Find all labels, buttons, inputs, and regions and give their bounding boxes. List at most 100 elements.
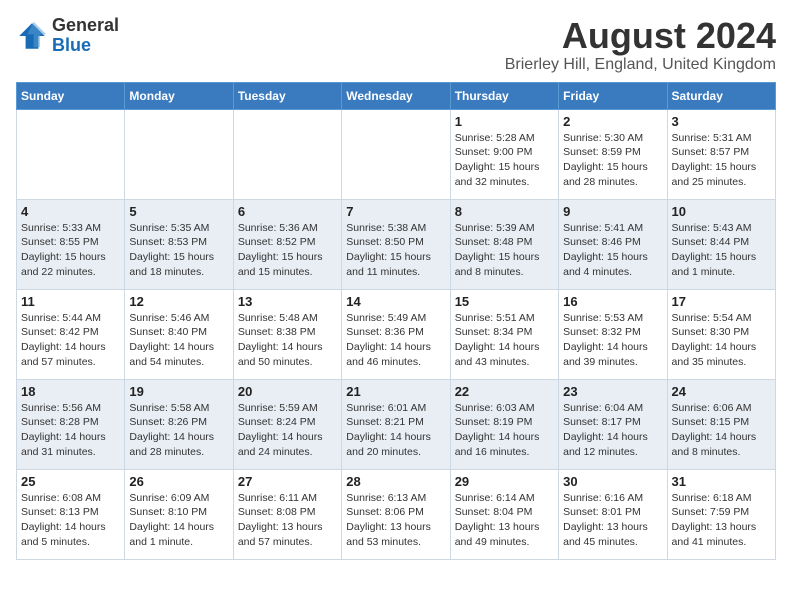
day-number: 31: [672, 474, 771, 489]
day-number: 17: [672, 294, 771, 309]
weekday-header-saturday: Saturday: [667, 82, 775, 109]
day-number: 29: [455, 474, 554, 489]
calendar-cell: [17, 109, 125, 199]
day-info: Sunrise: 5:56 AM Sunset: 8:28 PM Dayligh…: [21, 401, 120, 460]
day-number: 21: [346, 384, 445, 399]
day-number: 20: [238, 384, 337, 399]
day-info: Sunrise: 5:41 AM Sunset: 8:46 PM Dayligh…: [563, 221, 662, 280]
day-info: Sunrise: 5:46 AM Sunset: 8:40 PM Dayligh…: [129, 311, 228, 370]
logo-text: General Blue: [52, 16, 119, 56]
day-info: Sunrise: 6:18 AM Sunset: 7:59 PM Dayligh…: [672, 491, 771, 550]
day-info: Sunrise: 5:59 AM Sunset: 8:24 PM Dayligh…: [238, 401, 337, 460]
day-number: 2: [563, 114, 662, 129]
calendar-cell: 11Sunrise: 5:44 AM Sunset: 8:42 PM Dayli…: [17, 289, 125, 379]
calendar-cell: 2Sunrise: 5:30 AM Sunset: 8:59 PM Daylig…: [559, 109, 667, 199]
calendar-cell: 10Sunrise: 5:43 AM Sunset: 8:44 PM Dayli…: [667, 199, 775, 289]
day-number: 26: [129, 474, 228, 489]
day-info: Sunrise: 6:13 AM Sunset: 8:06 PM Dayligh…: [346, 491, 445, 550]
title-block: August 2024 Brierley Hill, England, Unit…: [505, 16, 776, 74]
day-number: 8: [455, 204, 554, 219]
day-number: 19: [129, 384, 228, 399]
calendar-cell: 21Sunrise: 6:01 AM Sunset: 8:21 PM Dayli…: [342, 379, 450, 469]
day-number: 14: [346, 294, 445, 309]
week-row-3: 11Sunrise: 5:44 AM Sunset: 8:42 PM Dayli…: [17, 289, 776, 379]
logo-blue-text: Blue: [52, 35, 91, 55]
calendar-cell: 20 Sunrise: 5:59 AM Sunset: 8:24 PM Dayli…: [233, 379, 341, 469]
calendar-cell: 5 Sunrise: 5:35 AM Sunset: 8:53 PM Daylig…: [125, 199, 233, 289]
calendar-cell: 15 Sunrise: 5:51 AM Sunset: 8:34 PM Dayli…: [450, 289, 558, 379]
day-number: 28: [346, 474, 445, 489]
weekday-header-monday: Monday: [125, 82, 233, 109]
day-number: 25: [21, 474, 120, 489]
calendar-cell: 3Sunrise: 5:31 AM Sunset: 8:57 PM Daylig…: [667, 109, 775, 199]
calendar-cell: 6 Sunrise: 5:36 AM Sunset: 8:52 PM Daylig…: [233, 199, 341, 289]
calendar-cell: 7Sunrise: 5:38 AM Sunset: 8:50 PM Daylig…: [342, 199, 450, 289]
day-info: Sunrise: 5:51 AM Sunset: 8:34 PM Dayligh…: [455, 311, 554, 370]
day-number: 15: [455, 294, 554, 309]
week-row-1: 1 Sunrise: 5:28 AM Sunset: 9:00 PM Daylig…: [17, 109, 776, 199]
calendar-cell: 26 Sunrise: 6:09 AM Sunset: 8:10 PM Dayli…: [125, 469, 233, 559]
weekday-header-sunday: Sunday: [17, 82, 125, 109]
day-number: 30: [563, 474, 662, 489]
week-row-5: 25 Sunrise: 6:08 AM Sunset: 8:13 PM Dayli…: [17, 469, 776, 559]
calendar-cell: 24Sunrise: 6:06 AM Sunset: 8:15 PM Dayli…: [667, 379, 775, 469]
calendar-cell: [233, 109, 341, 199]
week-row-2: 4 Sunrise: 5:33 AM Sunset: 8:55 PM Daylig…: [17, 199, 776, 289]
page-header: General Blue August 2024 Brierley Hill, …: [16, 16, 776, 74]
weekday-header-thursday: Thursday: [450, 82, 558, 109]
main-title: August 2024: [505, 16, 776, 56]
calendar-cell: 16 Sunrise: 5:53 AM Sunset: 8:32 PM Dayli…: [559, 289, 667, 379]
calendar-cell: 30Sunrise: 6:16 AM Sunset: 8:01 PM Dayli…: [559, 469, 667, 559]
calendar-cell: 17 Sunrise: 5:54 AM Sunset: 8:30 PM Dayli…: [667, 289, 775, 379]
calendar-cell: 1 Sunrise: 5:28 AM Sunset: 9:00 PM Daylig…: [450, 109, 558, 199]
calendar-cell: 9 Sunrise: 5:41 AM Sunset: 8:46 PM Daylig…: [559, 199, 667, 289]
day-info: Sunrise: 6:14 AM Sunset: 8:04 PM Dayligh…: [455, 491, 554, 550]
day-info: Sunrise: 6:08 AM Sunset: 8:13 PM Dayligh…: [21, 491, 120, 550]
calendar-cell: 27 Sunrise: 6:11 AM Sunset: 8:08 PM Dayli…: [233, 469, 341, 559]
day-number: 7: [346, 204, 445, 219]
calendar-cell: 14 Sunrise: 5:49 AM Sunset: 8:36 PM Dayli…: [342, 289, 450, 379]
day-info: Sunrise: 5:28 AM Sunset: 9:00 PM Dayligh…: [455, 131, 554, 190]
day-number: 6: [238, 204, 337, 219]
day-info: Sunrise: 5:33 AM Sunset: 8:55 PM Dayligh…: [21, 221, 120, 280]
logo-icon: [16, 20, 48, 52]
calendar-table: SundayMondayTuesdayWednesdayThursdayFrid…: [16, 82, 776, 560]
day-number: 27: [238, 474, 337, 489]
calendar-cell: 12Sunrise: 5:46 AM Sunset: 8:40 PM Dayli…: [125, 289, 233, 379]
day-number: 1: [455, 114, 554, 129]
day-info: Sunrise: 5:48 AM Sunset: 8:38 PM Dayligh…: [238, 311, 337, 370]
logo: General Blue: [16, 16, 119, 56]
week-row-4: 18 Sunrise: 5:56 AM Sunset: 8:28 PM Dayli…: [17, 379, 776, 469]
calendar-cell: 4 Sunrise: 5:33 AM Sunset: 8:55 PM Daylig…: [17, 199, 125, 289]
calendar-cell: 25 Sunrise: 6:08 AM Sunset: 8:13 PM Dayli…: [17, 469, 125, 559]
day-info: Sunrise: 6:09 AM Sunset: 8:10 PM Dayligh…: [129, 491, 228, 550]
calendar-cell: 13Sunrise: 5:48 AM Sunset: 8:38 PM Dayli…: [233, 289, 341, 379]
day-info: Sunrise: 6:03 AM Sunset: 8:19 PM Dayligh…: [455, 401, 554, 460]
calendar-cell: 23 Sunrise: 6:04 AM Sunset: 8:17 PM Dayli…: [559, 379, 667, 469]
subtitle: Brierley Hill, England, United Kingdom: [505, 56, 776, 74]
calendar-cell: 22Sunrise: 6:03 AM Sunset: 8:19 PM Dayli…: [450, 379, 558, 469]
calendar-cell: 8Sunrise: 5:39 AM Sunset: 8:48 PM Daylig…: [450, 199, 558, 289]
day-number: 9: [563, 204, 662, 219]
calendar-cell: 31 Sunrise: 6:18 AM Sunset: 7:59 PM Dayli…: [667, 469, 775, 559]
day-info: Sunrise: 5:54 AM Sunset: 8:30 PM Dayligh…: [672, 311, 771, 370]
day-info: Sunrise: 6:04 AM Sunset: 8:17 PM Dayligh…: [563, 401, 662, 460]
day-number: 4: [21, 204, 120, 219]
weekday-header-friday: Friday: [559, 82, 667, 109]
day-number: 23: [563, 384, 662, 399]
day-info: Sunrise: 5:36 AM Sunset: 8:52 PM Dayligh…: [238, 221, 337, 280]
day-info: Sunrise: 5:35 AM Sunset: 8:53 PM Dayligh…: [129, 221, 228, 280]
day-info: Sunrise: 5:44 AM Sunset: 8:42 PM Dayligh…: [21, 311, 120, 370]
day-info: Sunrise: 5:53 AM Sunset: 8:32 PM Dayligh…: [563, 311, 662, 370]
day-number: 24: [672, 384, 771, 399]
day-number: 16: [563, 294, 662, 309]
calendar-cell: [342, 109, 450, 199]
weekday-header-wednesday: Wednesday: [342, 82, 450, 109]
calendar-cell: 28 Sunrise: 6:13 AM Sunset: 8:06 PM Dayli…: [342, 469, 450, 559]
day-info: Sunrise: 5:49 AM Sunset: 8:36 PM Dayligh…: [346, 311, 445, 370]
day-number: 5: [129, 204, 228, 219]
day-info: Sunrise: 6:11 AM Sunset: 8:08 PM Dayligh…: [238, 491, 337, 550]
calendar-cell: [125, 109, 233, 199]
day-number: 18: [21, 384, 120, 399]
calendar-cell: 18 Sunrise: 5:56 AM Sunset: 8:28 PM Dayli…: [17, 379, 125, 469]
